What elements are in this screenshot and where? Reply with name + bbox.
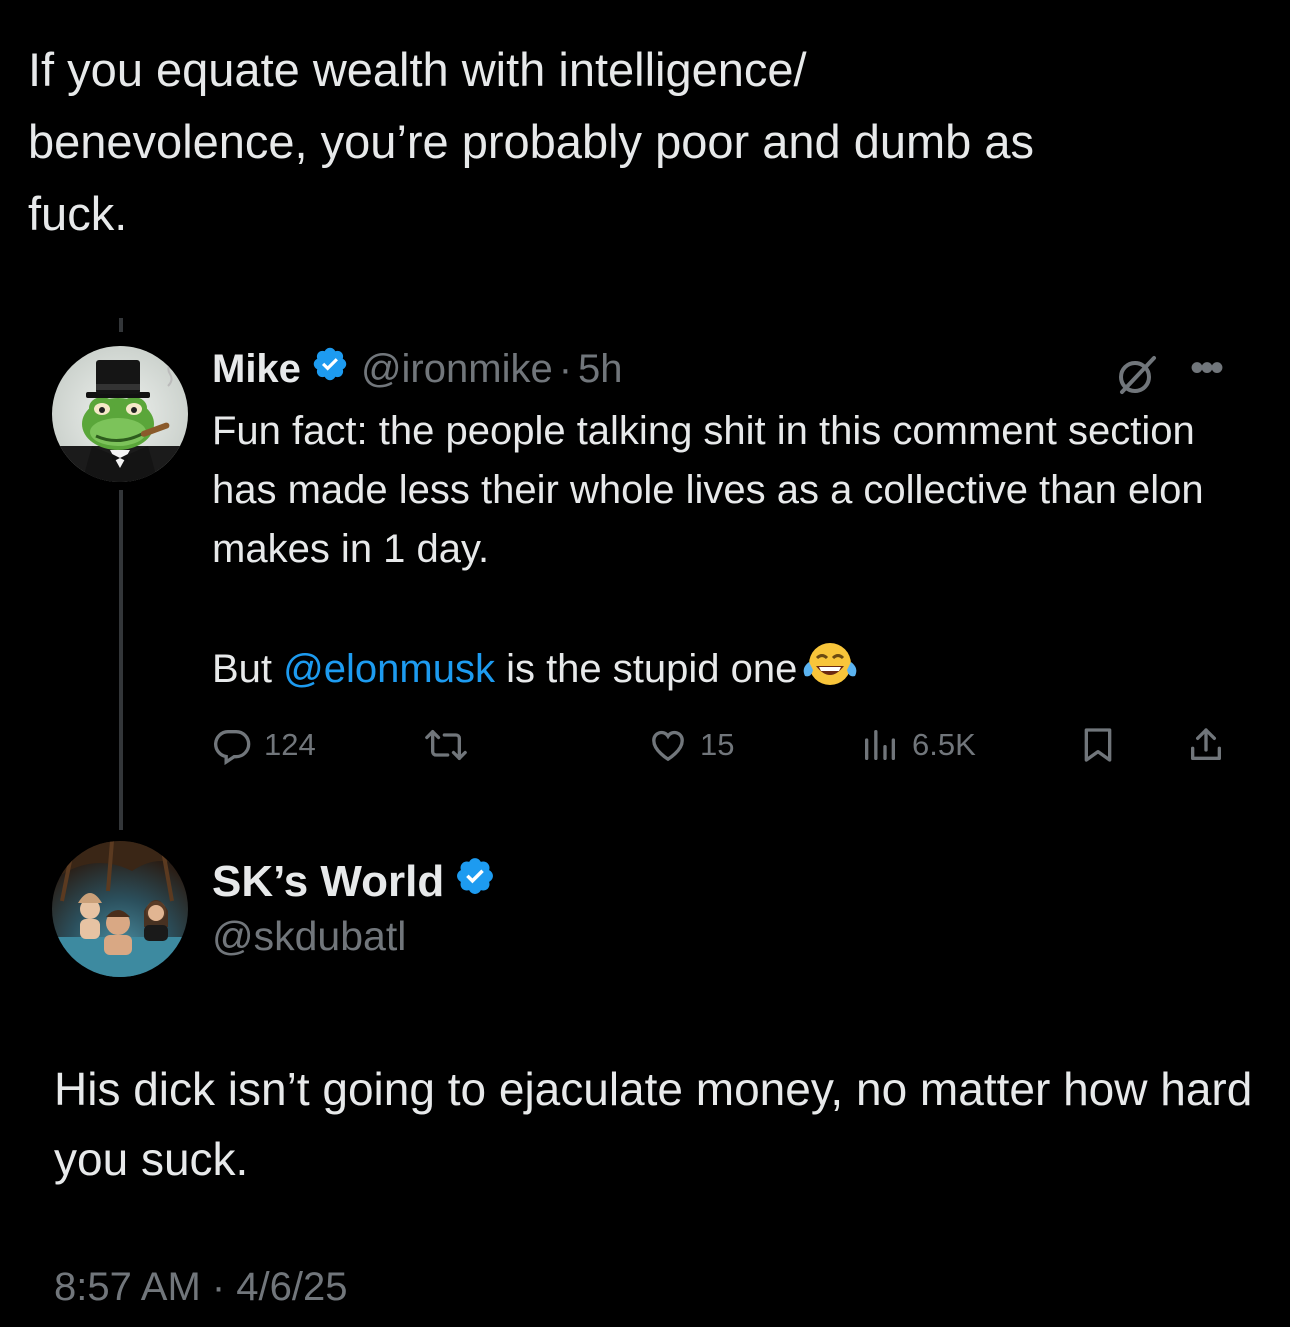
sk-author-name[interactable]: SK’s World <box>212 857 444 907</box>
mike-post-header: Mike @ironmike · 5h <box>212 344 623 394</box>
share-button[interactable] <box>1186 717 1226 773</box>
bookmark-icon <box>1078 725 1118 765</box>
views-chart-icon <box>860 725 900 765</box>
repost-button[interactable] <box>424 717 468 773</box>
reply-button[interactable]: 124 <box>212 717 316 773</box>
text-after-mention: is the stupid one <box>494 647 798 691</box>
frog-top-hat-avatar-icon <box>52 360 188 482</box>
thread-line-top <box>119 318 123 332</box>
group-photo-avatar-icon <box>52 841 188 977</box>
more-options-icon[interactable]: ••• <box>1190 348 1224 388</box>
header-separator: · <box>558 346 573 391</box>
reply-count: 124 <box>264 727 316 762</box>
reply-icon <box>212 725 252 765</box>
mike-post-text-second: But @elonmusk is the stupid one <box>212 638 1232 705</box>
sk-post-text: His dick isn’t going to ejaculate money,… <box>54 1063 1253 1185</box>
verified-badge-icon <box>311 345 349 393</box>
share-icon <box>1186 725 1226 765</box>
thread-line <box>119 490 123 830</box>
mike-avatar[interactable] <box>52 346 188 482</box>
mention-link-elonmusk[interactable]: @elonmusk <box>283 647 495 691</box>
like-button[interactable]: 15 <box>648 717 734 773</box>
sk-author-handle[interactable]: @skdubatl <box>212 913 406 960</box>
mike-post-text: Fun fact: the people talking shit in thi… <box>212 409 1204 571</box>
caption-text: If you equate wealth with intelligence/ … <box>28 43 1034 240</box>
grok-icon[interactable] <box>1114 352 1160 403</box>
view-count: 6.5K <box>912 727 976 762</box>
text-before-mention: But <box>212 647 284 691</box>
verified-badge-icon <box>454 855 496 908</box>
heart-icon <box>648 725 688 765</box>
mike-author-name[interactable]: Mike <box>212 347 301 392</box>
bookmark-button[interactable] <box>1078 717 1118 773</box>
post-timestamp[interactable]: 8:57 AM · 4/6/25 <box>54 1265 348 1310</box>
repost-icon <box>424 725 468 765</box>
views-button[interactable]: 6.5K <box>860 717 976 773</box>
sk-avatar[interactable] <box>52 841 188 977</box>
post-time-ago[interactable]: 5h <box>578 347 623 392</box>
sk-author-name-row: SK’s World <box>212 855 508 908</box>
face-with-tears-of-joy-icon <box>801 638 859 705</box>
mike-author-handle[interactable]: @ironmike <box>361 347 553 392</box>
like-count: 15 <box>700 727 735 762</box>
post-action-bar: 124 15 6.5K <box>212 717 1242 773</box>
mike-post-body: Fun fact: the people talking shit in thi… <box>212 402 1232 705</box>
